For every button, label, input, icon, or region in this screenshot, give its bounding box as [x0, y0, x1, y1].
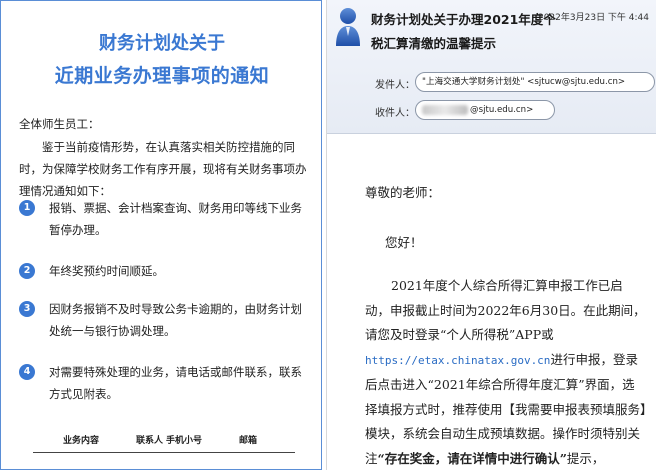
recipient-address: @sjtu.edu.cn> — [470, 105, 534, 115]
email-view: 财务计划处关于办理2021年度个税汇算清缴的温馨提示 2022年3月23日 下午… — [326, 0, 656, 470]
notice-document: 财务计划处关于 近期业务办理事项的通知 全体师生员工： 鉴于当前疫情形势，在认真… — [0, 0, 322, 470]
table-header-email: 邮箱 — [239, 436, 258, 446]
paragraph-text: 2021年度个人综合所得汇算申报工作已启动，申报截止时间为2022年6月30日。… — [365, 278, 646, 342]
notice-title-line1: 财务计划处关于 — [99, 33, 225, 54]
notice-item-text: 因财务报销不及时导致公务卡逾期的，由财务计划处统一与银行协调处理。 — [49, 302, 302, 338]
redacted-name — [422, 104, 468, 115]
email-subject: 财务计划处关于办理2021年度个税汇算清缴的温馨提示 — [371, 12, 556, 51]
table-header-business: 业务内容 — [63, 436, 100, 446]
number-badge: 2 — [19, 263, 35, 279]
email-date: 2022年3月23日 下午 4:44 — [537, 13, 649, 23]
sender-label: 发件人： — [375, 80, 415, 91]
email-header: 财务计划处关于办理2021年度个税汇算清缴的温馨提示 2022年3月23日 下午… — [327, 0, 656, 134]
paragraph-text: 提示， — [566, 450, 605, 466]
paragraph-emphasis: “存在奖金，请在详情中进行确认” — [377, 450, 567, 466]
email-paragraph: 2021年度个人综合所得汇算申报工作已启动，申报截止时间为2022年6月30日。… — [365, 274, 647, 470]
email-greeting: 您好！ — [385, 235, 423, 250]
person-icon — [335, 6, 361, 48]
number-badge: 3 — [19, 301, 35, 317]
recipient-label: 收件人： — [375, 108, 415, 119]
notice-greeting: 全体师生员工： — [19, 117, 100, 131]
sender-chip[interactable]: "上海交通大学财务计划处" <sjtucw@sjtu.edu.cn> — [415, 72, 655, 92]
email-salutation: 尊敬的老师： — [365, 185, 441, 200]
notice-title-line2: 近期业务办理事项的通知 — [54, 65, 270, 87]
notice-item-text: 报销、票据、会计档案查询、财务用印等线下业务暂停办理。 — [49, 201, 302, 237]
number-badge: 4 — [19, 364, 35, 380]
email-body: 尊敬的老师： 您好！ 2021年度个人综合所得汇算申报工作已启动，申报截止时间为… — [327, 134, 656, 470]
table-header-phone: 手机小号 — [166, 436, 203, 446]
paragraph-text: 进行申报，登录后点击进入“2021年综合所得年度汇算”界面，选择填报方式时，推荐… — [365, 351, 647, 466]
recipient-chip[interactable]: @sjtu.edu.cn> — [415, 100, 555, 120]
notice-intro: 鉴于当前疫情形势，在认真落实相关防控措施的同时，为保障学校财务工作有序开展，现将… — [19, 140, 307, 198]
table-header-contact: 联系人 — [136, 436, 164, 446]
notice-item-text: 对需要特殊处理的业务，请电话或邮件联系，联系方式见附表。 — [49, 365, 302, 401]
etax-link[interactable]: https://etax.chinatax.gov.cn — [365, 354, 550, 367]
contact-table-header: 业务内容 联系人 手机小号 邮箱 — [33, 427, 295, 453]
number-badge: 1 — [19, 200, 35, 216]
sender-address: "上海交通大学财务计划处" <sjtucw@sjtu.edu.cn> — [422, 77, 626, 87]
notice-item-text: 年终奖预约时间顺延。 — [49, 264, 164, 278]
